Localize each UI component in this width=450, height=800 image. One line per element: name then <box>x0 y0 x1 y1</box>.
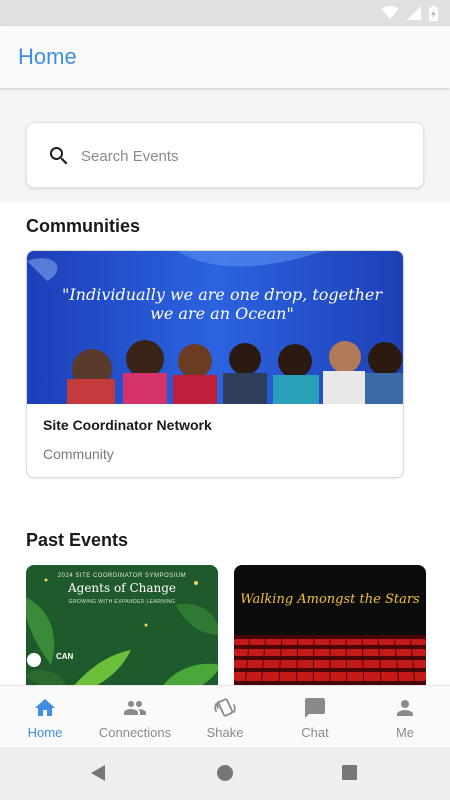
bottom-navigation: Home Connections Shake Chat Me <box>0 685 450 747</box>
nav-item-chat[interactable]: Chat <box>270 686 360 748</box>
nav-label: Me <box>395 725 415 740</box>
event-card[interactable]: Walking Amongst the Stars <box>234 565 426 685</box>
nav-item-connections[interactable]: Connections <box>90 686 180 748</box>
people-icon <box>124 701 146 715</box>
recents-icon[interactable] <box>342 765 357 780</box>
seats-graphic <box>234 634 426 685</box>
back-icon[interactable] <box>90 764 106 782</box>
nav-item-home[interactable]: Home <box>0 686 90 748</box>
past-events-heading: Past Events <box>26 530 129 550</box>
theater-seats-image <box>234 634 426 685</box>
search-icon <box>50 147 68 165</box>
event-title: Agents of Change <box>67 581 177 595</box>
community-type: Community <box>43 446 114 462</box>
event-logo-text: CAN <box>56 652 74 661</box>
event-small-text: 2024 SITE COORDINATOR SYMPOSIUM <box>57 573 187 579</box>
search-section <box>0 88 450 202</box>
nav-item-shake[interactable]: Shake <box>180 686 270 748</box>
community-banner-image: "Individually we are one drop, together … <box>27 251 403 404</box>
nav-label: Home <box>27 725 63 740</box>
nav-label: Connections <box>98 725 172 740</box>
banner-graphic <box>27 251 403 404</box>
event-subtitle: GROWING WITH EXPANDED LEARNING <box>68 599 176 605</box>
communities-heading: Communities <box>26 216 141 236</box>
nav-label: Shake <box>206 725 244 740</box>
status-bar <box>0 0 450 26</box>
main-content[interactable]: Communities "Individually w <box>0 88 450 685</box>
signal-icon <box>407 6 421 20</box>
wifi-icon <box>381 6 399 19</box>
status-icons <box>381 5 438 21</box>
app-bar: Home <box>0 26 450 88</box>
nav-item-me[interactable]: Me <box>360 686 450 748</box>
system-navigation-bar <box>0 747 450 800</box>
event-card[interactable]: 2024 SITE COORDINATOR SYMPOSIUM Agents o… <box>26 565 218 685</box>
home-button-icon[interactable] <box>217 765 233 781</box>
shake-icon <box>214 698 236 717</box>
chat-icon <box>305 698 325 718</box>
banner-quote: "Individually we are one drop, together … <box>62 285 382 323</box>
search-input[interactable] <box>81 143 401 169</box>
nav-label: Chat <box>301 725 329 740</box>
community-card[interactable]: "Individually we are one drop, together … <box>26 250 404 478</box>
home-icon <box>35 699 55 716</box>
person-icon <box>397 700 413 716</box>
battery-icon <box>429 5 438 21</box>
page-title: Home <box>18 44 77 69</box>
search-box[interactable] <box>26 122 424 188</box>
event-title: Walking Amongst the Stars <box>240 592 420 607</box>
community-name: Site Coordinator Network <box>43 417 212 433</box>
